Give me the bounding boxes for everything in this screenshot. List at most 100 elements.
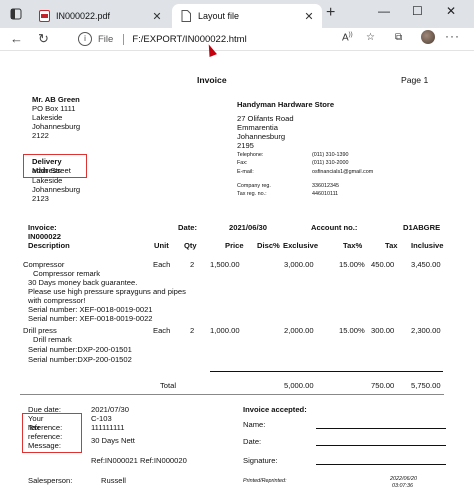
acceptance-title: Invoice accepted: xyxy=(243,405,307,414)
delivery-line: 2123 xyxy=(32,194,49,203)
store-line: 2195 xyxy=(237,141,254,150)
tax-ref-label: reference: xyxy=(28,432,63,441)
fax-value: (011) 310-2000 xyxy=(312,160,349,166)
tab-actions-icon[interactable] xyxy=(8,6,24,22)
acceptance-date-line xyxy=(316,445,446,446)
totals-rule xyxy=(210,371,443,372)
col-disc: Disc% xyxy=(257,241,280,250)
item-tax-pct: 15.00% xyxy=(339,260,365,269)
item-qty: 2 xyxy=(190,260,195,269)
message-label: Message: xyxy=(28,441,61,450)
delivery-label: Delivery xyxy=(32,157,62,166)
col-qty: Qty xyxy=(184,241,197,250)
item-note: Serial number: XEF-0018-0019-0022 xyxy=(28,314,153,323)
invoice-title: Invoice xyxy=(197,75,227,85)
profile-avatar[interactable] xyxy=(421,30,435,44)
acceptance-signature-line xyxy=(316,464,446,465)
item-note: with compressor! xyxy=(28,296,86,305)
new-tab-icon[interactable]: + xyxy=(326,5,335,21)
fax-label: Fax: xyxy=(237,160,248,166)
col-tax: Tax xyxy=(385,241,398,250)
tab-strip: IN000022.pdf ✕ Layout file ✕ + — ☐ ✕ xyxy=(0,0,474,28)
item-unit: Each xyxy=(153,326,171,335)
col-unit: Unit xyxy=(154,241,169,250)
pdf-icon xyxy=(38,10,50,22)
url-field[interactable]: i File F:/EXPORT/IN000022.html xyxy=(58,30,386,48)
item-unit: Each xyxy=(153,260,171,269)
tax-value: 111111111 xyxy=(91,423,125,432)
acceptance-signature-label: Signature: xyxy=(243,456,278,465)
maximize-icon[interactable]: ☐ xyxy=(412,4,423,18)
total-tax: 750.00 xyxy=(371,381,395,390)
item-note: 30 Days money back guarantee. xyxy=(28,278,138,287)
item-price: 1,500.00 xyxy=(210,260,240,269)
salesperson-value: Russell xyxy=(101,476,126,485)
close-tab-icon[interactable]: ✕ xyxy=(302,10,316,23)
item-exclusive: 2,000.00 xyxy=(284,326,314,335)
item-note: Please use high pressure sprayguns and p… xyxy=(28,287,186,296)
total-label: Total xyxy=(160,381,177,390)
item-tax: 300.00 xyxy=(371,326,395,335)
delivery-line: Johannesburg xyxy=(32,185,81,194)
references-line: Ref:IN000021 Ref:IN000020 xyxy=(91,456,187,465)
close-tab-icon[interactable]: ✕ xyxy=(150,10,164,23)
store-name: Handyman Hardware Store xyxy=(237,100,335,109)
item-note: Drill remark xyxy=(33,335,72,344)
divider xyxy=(123,33,125,45)
minimize-icon[interactable]: — xyxy=(378,4,390,18)
file-icon xyxy=(180,10,192,22)
item-note: Serial number:DXP-200-01502 xyxy=(28,355,132,364)
tab-title: IN000022.pdf xyxy=(56,11,111,21)
close-icon[interactable]: ✕ xyxy=(446,4,456,18)
totals-bottom-rule xyxy=(20,394,444,395)
store-line: Emmarentia xyxy=(237,123,278,132)
more-menu-icon[interactable]: ··· xyxy=(445,29,460,43)
item-description: Compressor xyxy=(23,260,65,269)
print-time: 03:07:36 xyxy=(392,483,413,489)
item-tax-pct: 15.00% xyxy=(339,326,365,335)
due-value: 2021/07/30 xyxy=(91,405,130,414)
customer-line: 2122 xyxy=(32,131,49,140)
item-inclusive: 2,300.00 xyxy=(411,326,441,335)
item-tax: 450.00 xyxy=(371,260,395,269)
vat-value: 446010111 xyxy=(312,191,339,197)
item-price: 1,000.00 xyxy=(210,326,240,335)
collections-icon[interactable]: ⧉ xyxy=(395,32,402,43)
read-aloud-icon[interactable]: A)) xyxy=(342,32,353,43)
info-icon[interactable]: i xyxy=(78,32,92,46)
item-note: Compressor remark xyxy=(33,269,101,278)
delivery-label-2: address xyxy=(32,166,62,175)
col-exclusive: Exclusive xyxy=(283,241,319,250)
tab-pdf[interactable]: IN000022.pdf ✕ xyxy=(30,4,170,28)
acceptance-name-label: Name: xyxy=(243,420,266,429)
email-label: E-mail: xyxy=(237,169,254,175)
tab-layout-file[interactable]: Layout file ✕ xyxy=(172,4,322,28)
item-exclusive: 3,000.00 xyxy=(284,260,314,269)
item-description: Drill press xyxy=(23,326,57,335)
date-value: 2021/06/30 xyxy=(229,223,268,232)
favorite-add-icon[interactable]: ☆ xyxy=(366,32,375,43)
tax-label: Tax xyxy=(28,423,40,432)
account-label: Account no.: xyxy=(311,223,358,232)
total-exclusive: 5,000.00 xyxy=(284,381,314,390)
back-icon[interactable]: ← xyxy=(10,31,23,46)
col-price: Price xyxy=(225,241,244,250)
acceptance-name-line xyxy=(316,428,446,429)
url-text: F:/EXPORT/IN000022.html xyxy=(132,33,247,45)
customer-line: Johannesburg xyxy=(32,122,81,131)
refresh-icon[interactable]: ↻ xyxy=(38,31,49,47)
account-value: D1ABGRE xyxy=(403,223,441,232)
ref-value: C-103 xyxy=(91,414,112,423)
invoice-document: Invoice Page 1 Mr. AB Green PO Box 1111 … xyxy=(0,50,474,493)
vat-label: Tax reg. no.: xyxy=(237,191,267,197)
invoice-label: Invoice: xyxy=(28,223,57,232)
email-value: osfinancials1@gmail.com xyxy=(312,169,374,175)
message-value: 30 Days Nett xyxy=(91,436,135,445)
customer-line: Lakeside xyxy=(32,113,63,122)
address-bar: ← ↻ i File F:/EXPORT/IN000022.html A)) ☆… xyxy=(0,28,474,51)
invoice-number: IN000022 xyxy=(28,232,61,241)
acceptance-date-label: Date: xyxy=(243,437,262,446)
item-note: Serial number:DXP-200-01501 xyxy=(28,345,132,354)
store-line: 27 Olifants Road xyxy=(237,114,294,123)
ref-label-a: Your xyxy=(28,414,44,423)
